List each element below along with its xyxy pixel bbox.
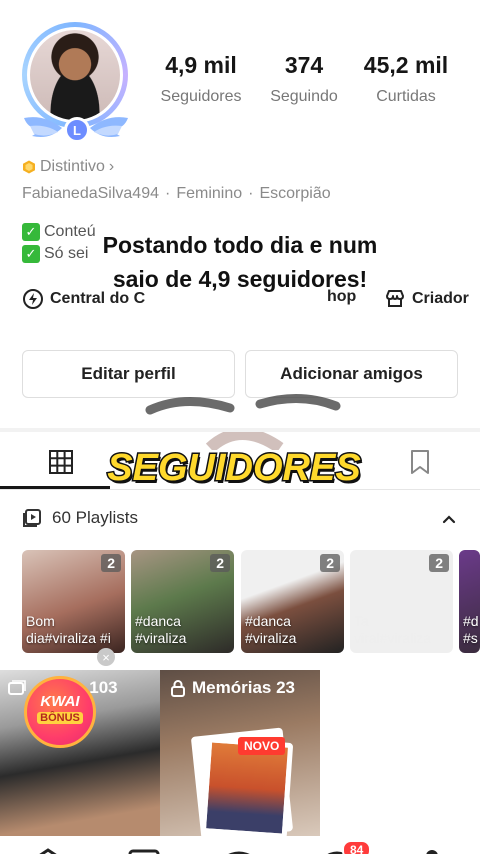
separator-dot: · — [165, 185, 171, 202]
playlists-count: 60 Playlists — [52, 508, 138, 527]
check-mark-icon: ✓ — [22, 223, 40, 241]
home-icon[interactable] — [34, 848, 62, 854]
empty-tile — [320, 670, 480, 836]
followers-count: 4,9 mil — [165, 52, 237, 78]
grid-icon[interactable] — [47, 448, 75, 476]
hexagon-badge-icon — [23, 160, 35, 174]
video-title-overlay: SEGUIDORES — [106, 446, 362, 491]
playlist-card[interactable]: 2 Bom dia#viraliza #i — [22, 550, 125, 653]
username: FabianedaSilva494 — [22, 185, 159, 202]
bio-line: Só sei — [44, 245, 89, 262]
kwai-bonus-subtitle: BÔNUS — [37, 712, 83, 724]
following-label: Seguindo — [270, 88, 338, 105]
playlist-title: Bom dia#viraliza #i — [26, 613, 111, 646]
playlist-video-count: 2 — [320, 554, 340, 572]
check-mark-icon: ✓ — [22, 245, 40, 263]
distintivo-link[interactable]: Distintivo › — [22, 158, 114, 176]
followers-label: Seguidores — [160, 88, 242, 105]
chevron-right-icon: › — [108, 158, 115, 175]
playlist-icon — [23, 509, 41, 527]
likes-label: Curtidas — [376, 88, 436, 105]
playlist-title: Ta viral#viraliza — [354, 613, 432, 646]
active-tab-indicator — [0, 486, 110, 489]
lightning-icon — [23, 289, 43, 309]
memories-label-text: Memórias 23 — [192, 678, 295, 697]
playlist-title: #danca #viraliza — [135, 613, 187, 646]
profile-icon[interactable] — [422, 848, 442, 854]
playlists-header[interactable]: 60 Playlists — [22, 508, 138, 528]
creator-link-label: Criador — [412, 290, 469, 307]
following-count: 374 — [284, 52, 324, 78]
create-icon[interactable] — [222, 848, 256, 854]
avatar-photo — [27, 27, 123, 123]
playlist-video-count: 2 — [101, 554, 121, 572]
avatar-level-badge: L — [64, 117, 90, 143]
friends-icon[interactable] — [128, 848, 160, 854]
bio-line: Conteú — [44, 223, 96, 240]
stat-followers[interactable]: 4,9 mil Seguidores — [156, 52, 246, 106]
zodiac-sign: Escorpião — [259, 185, 331, 202]
collection-icon — [8, 680, 26, 695]
profile-meta: FabianedaSilva494 · Feminino · Escorpião — [22, 185, 331, 203]
playlist-title: #d #s — [463, 613, 479, 646]
playlist-card[interactable]: 2 #danca #viraliza — [241, 550, 344, 653]
lock-icon — [171, 680, 185, 697]
memories-label: Memórias 23 — [170, 678, 295, 698]
playlist-video-count: 2 — [210, 554, 230, 572]
kwai-bonus-badge[interactable]: KWAI BÔNUS — [24, 676, 96, 748]
gender: Feminino — [176, 185, 243, 202]
creator-link[interactable]: Criador — [384, 288, 469, 310]
bookmark-icon[interactable] — [406, 448, 434, 476]
distintivo-label: Distintivo — [40, 158, 105, 175]
playlist-card[interactable]: 2 Ta viral#viraliza — [350, 550, 453, 653]
stat-following[interactable]: 374 Seguindo — [262, 52, 346, 106]
playlist-title: #danca #viraliza — [245, 613, 297, 646]
kwai-bonus-title: KWAI — [40, 693, 80, 710]
chevron-up-icon[interactable] — [440, 510, 458, 528]
separator-dot: · — [248, 185, 254, 202]
profile-avatar[interactable]: L — [14, 16, 138, 143]
profile-bio: ✓ Conteú ✓ Só sei — [22, 221, 96, 265]
stat-likes[interactable]: 45,2 mil Curtidas — [358, 52, 454, 106]
likes-count: 45,2 mil — [363, 52, 449, 78]
playlist-video-count: 2 — [429, 554, 449, 572]
inbox-notification-badge: 84 — [342, 840, 372, 854]
playlist-card[interactable]: 2 #danca #viraliza — [131, 550, 234, 653]
playlist-card[interactable]: #d #s — [459, 550, 480, 653]
video-caption-overlay: Postando todo dia e num saio de 4,9 segu… — [102, 232, 378, 292]
bottom-navigation — [0, 836, 480, 854]
new-badge: NOVO — [238, 737, 286, 755]
close-icon[interactable]: × — [97, 648, 115, 666]
